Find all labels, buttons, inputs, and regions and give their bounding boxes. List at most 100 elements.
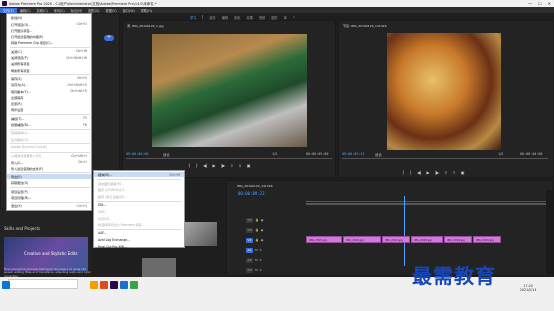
- eye-icon[interactable]: ◉: [261, 238, 264, 242]
- insert-icon[interactable]: ⇩: [230, 163, 233, 168]
- track-target-v1[interactable]: V1: [246, 237, 253, 243]
- track-target-v2[interactable]: V2: [246, 227, 253, 233]
- play-icon[interactable]: ▶: [427, 170, 430, 175]
- menu-item[interactable]: 刷新所有项目: [7, 67, 91, 73]
- menu-sequence[interactable]: 序列(S): [51, 8, 68, 13]
- menu-item[interactable]: 媒体(M)... Ctrl+M: [94, 172, 184, 178]
- program-scrub-bar[interactable]: [342, 158, 548, 159]
- learn-card-title[interactable]: Creative and Stylistic Edits: [24, 251, 78, 256]
- play-icon[interactable]: ▶: [213, 163, 216, 168]
- mark-out-icon[interactable]: }: [410, 170, 413, 175]
- menu-help[interactable]: 帮助(H): [138, 8, 155, 13]
- lock-icon[interactable]: 🔒: [255, 228, 259, 232]
- maximize-button[interactable]: ☐: [538, 1, 542, 6]
- timeline-sequence-tab[interactable]: IMG_20190129_141326: [237, 184, 273, 188]
- source-scrub-bar[interactable]: [126, 158, 332, 159]
- menu-item[interactable]: 项目设置(P): [7, 189, 91, 195]
- tab-assembly[interactable]: 组件: [209, 15, 215, 20]
- mute-icon[interactable]: M: [255, 268, 258, 272]
- add-button[interactable]: +: [104, 35, 114, 41]
- timeline-timecode[interactable]: 00:00:09:23: [238, 191, 265, 196]
- menu-window[interactable]: 窗口(W): [120, 8, 138, 13]
- timeline-clip[interactable]: IMG_2019.jpg: [411, 236, 443, 243]
- export-frame-icon[interactable]: ▣: [461, 170, 465, 175]
- taskbar-explorer-icon[interactable]: [90, 281, 98, 289]
- extract-icon[interactable]: ⇪: [452, 170, 455, 175]
- timeline-clip[interactable]: IMG_2019.jpg: [473, 236, 501, 243]
- menu-item[interactable]: AAF...: [94, 231, 184, 236]
- menu-item[interactable]: 导入最近使用的文件(F): [7, 166, 91, 172]
- mark-in-icon[interactable]: {: [188, 163, 191, 168]
- menu-item[interactable]: 捕捉(T)... F5: [7, 116, 91, 122]
- taskbar-search-box[interactable]: [8, 279, 78, 289]
- close-button[interactable]: ✕: [548, 1, 551, 6]
- menu-item[interactable]: 获取属性(G): [7, 180, 91, 186]
- timeline-playhead[interactable]: [404, 196, 405, 266]
- menu-file[interactable]: 文件(F): [0, 7, 17, 13]
- solo-icon[interactable]: S: [260, 258, 262, 262]
- track-target-a1[interactable]: A1: [246, 247, 253, 253]
- menu-item[interactable]: 关闭所有项目: [7, 61, 91, 67]
- source-quality-dropdown[interactable]: 1/2: [272, 152, 277, 156]
- eye-icon[interactable]: ◉: [261, 228, 264, 232]
- menu-view[interactable]: 视图(V): [103, 8, 120, 13]
- timeline-clip[interactable]: IMG_2019.jpg: [343, 236, 381, 243]
- tab-libraries[interactable]: 库: [284, 15, 287, 20]
- menu-item[interactable]: EDL...: [94, 202, 184, 207]
- tab-overflow[interactable]: »: [293, 15, 295, 19]
- source-fit-dropdown[interactable]: 适合: [163, 152, 170, 157]
- menu-item[interactable]: 退出(X) Ctrl+Q: [7, 203, 91, 209]
- track-target-a2[interactable]: A2: [246, 257, 253, 263]
- mute-icon[interactable]: M: [255, 248, 258, 252]
- timeline-clip[interactable]: IMG_2019.jpg: [382, 236, 410, 243]
- lock-icon[interactable]: 🔒: [255, 238, 259, 242]
- menu-item[interactable]: Avid Log Exchange...: [94, 237, 184, 242]
- menu-item[interactable]: 新建(N): [7, 15, 91, 21]
- track-target-v3[interactable]: V3: [246, 217, 253, 223]
- menu-graphics[interactable]: 图形(G): [85, 8, 102, 13]
- export-frame-icon[interactable]: ▣: [247, 163, 251, 168]
- taskbar-clock[interactable]: 17:20 2021/5/14: [520, 284, 536, 292]
- step-forward-icon[interactable]: |▶: [221, 163, 225, 168]
- menu-item[interactable]: 另存为(A)... Ctrl+Shift+S: [7, 82, 91, 88]
- menu-item[interactable]: 关闭项目(P) Ctrl+Shift+W: [7, 55, 91, 61]
- project-thumbnail[interactable]: [183, 222, 217, 246]
- menu-item[interactable]: 打开团队项目...: [7, 28, 91, 34]
- lock-icon[interactable]: 🔒: [255, 218, 259, 222]
- solo-icon[interactable]: S: [260, 248, 262, 252]
- tab-editing[interactable]: 编辑: [222, 15, 228, 20]
- source-timecode-current[interactable]: 00:00:00:00: [126, 152, 148, 156]
- eye-icon[interactable]: ◉: [261, 218, 264, 222]
- mute-icon[interactable]: M: [255, 258, 258, 262]
- program-monitor-tab[interactable]: 节目: IMG_20190129_141326: [343, 24, 386, 28]
- track-target-a3[interactable]: A3: [246, 267, 253, 273]
- step-back-icon[interactable]: ◀|: [417, 170, 421, 175]
- menu-item[interactable]: 保存(S) Ctrl+S: [7, 76, 91, 82]
- menu-item[interactable]: 保存副本(Y)... Ctrl+Alt+S: [7, 88, 91, 94]
- menu-item[interactable]: 批量捕捉(B)... F6: [7, 122, 91, 128]
- step-back-icon[interactable]: ◀|: [203, 163, 207, 168]
- taskbar-app-icon[interactable]: [100, 281, 108, 289]
- tab-effects[interactable]: 效果: [247, 15, 253, 20]
- menu-item[interactable]: 导出(E): [7, 173, 91, 180]
- menu-item[interactable]: 打开项目(O)... Ctrl+O: [7, 21, 91, 27]
- timeline-clip[interactable]: IMG_2019.jpg: [306, 236, 342, 243]
- tab-color[interactable]: 颜色: [234, 15, 240, 20]
- mark-in-icon[interactable]: {: [402, 170, 405, 175]
- windows-start-icon[interactable]: [2, 281, 10, 289]
- mark-out-icon[interactable]: }: [196, 163, 199, 168]
- timeline-clip[interactable]: IMG_2019.jpg: [444, 236, 472, 243]
- lift-icon[interactable]: ⇧: [444, 170, 447, 175]
- menu-item[interactable]: 全部保存: [7, 95, 91, 101]
- menu-markers[interactable]: 标记(M): [68, 8, 86, 13]
- timeline-ruler[interactable]: [306, 198, 546, 202]
- menu-item[interactable]: Final Cut Pro XML...: [94, 244, 184, 249]
- timeline-work-area-bar[interactable]: [306, 203, 546, 205]
- menu-item[interactable]: 还原(R): [7, 101, 91, 107]
- taskbar-app-icon[interactable]: [130, 281, 138, 289]
- taskbar-browser-icon[interactable]: [120, 281, 128, 289]
- menu-item[interactable]: 导入(I)... Ctrl+I: [7, 159, 91, 165]
- source-monitor-tab[interactable]: 源: IMG_20190129_1.jpg: [127, 24, 164, 28]
- menu-edit[interactable]: 编辑(E): [17, 8, 34, 13]
- tab-audio[interactable]: 音频: [259, 15, 265, 20]
